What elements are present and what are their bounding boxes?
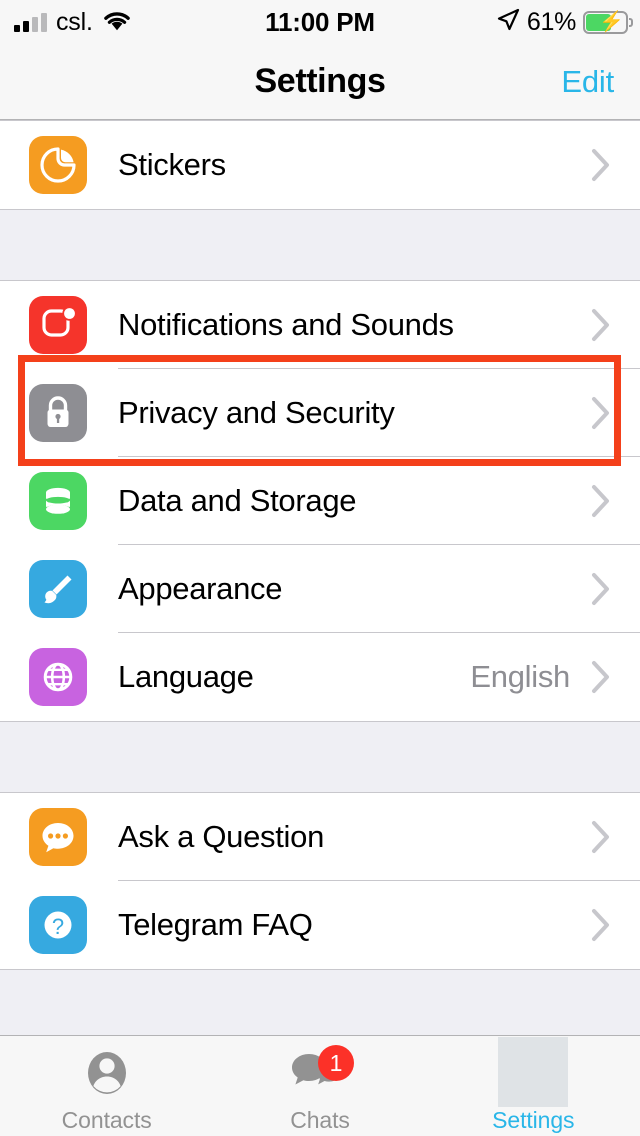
settings-section-1: Stickers: [0, 120, 640, 210]
page-title: Settings: [254, 62, 386, 100]
status-bar: csl. 11:00 PM 61% ⚡: [0, 0, 640, 44]
settings-section-2: Notifications and Sounds Privacy and Sec…: [0, 280, 640, 722]
clock-label: 11:00 PM: [265, 6, 375, 37]
settings-row-label: Data and Storage: [118, 483, 357, 518]
settings-row-notifications-and-sounds[interactable]: Notifications and Sounds: [0, 281, 640, 369]
settings-row-label: Appearance: [118, 571, 283, 606]
tab-label: Settings: [492, 1107, 575, 1133]
settings-list[interactable]: Stickers Notifications and Sounds Privac…: [0, 120, 640, 1035]
tab-label: Contacts: [61, 1107, 152, 1133]
settings-row-label: Privacy and Security: [118, 395, 395, 430]
settings-row-value: English: [470, 659, 570, 694]
settings-row-appearance[interactable]: Appearance: [0, 545, 640, 633]
status-bar-right: 61% ⚡: [496, 0, 633, 44]
svg-text:?: ?: [52, 914, 64, 939]
settings-row-label: Notifications and Sounds: [118, 307, 454, 342]
chevron-right-icon: [584, 148, 618, 182]
question-mark-icon: ?: [29, 896, 87, 954]
edit-button[interactable]: Edit: [561, 44, 614, 119]
chevron-right-icon: [584, 396, 618, 430]
settings-row-privacy-and-security[interactable]: Privacy and Security: [0, 369, 640, 457]
sticker-icon: [29, 136, 87, 194]
globe-icon: [29, 648, 87, 706]
settings-row-data-and-storage[interactable]: Data and Storage: [0, 457, 640, 545]
settings-row-telegram-faq[interactable]: ? Telegram FAQ: [0, 881, 640, 969]
battery-charging-icon: ⚡: [583, 10, 633, 34]
navigation-bar: Settings Edit: [0, 44, 640, 120]
chats-bubbles-icon: 1: [284, 1045, 356, 1105]
phone-screen: csl. 11:00 PM 61% ⚡ Settings Edit Sticke…: [0, 0, 640, 1136]
settings-row-label: Telegram FAQ: [118, 907, 313, 942]
database-icon: [29, 472, 87, 530]
settings-section-3: Ask a Question ? Telegram FAQ: [0, 792, 640, 970]
tab-contacts[interactable]: Contacts: [0, 1036, 213, 1136]
tab-bar: Contacts 1 Chats Settings: [0, 1035, 640, 1136]
section-gap-1: [0, 210, 640, 280]
settings-row-label: Stickers: [118, 147, 226, 182]
tab-label: Chats: [290, 1107, 350, 1133]
tab-settings[interactable]: Settings: [427, 1036, 640, 1136]
settings-row-language[interactable]: Language English: [0, 633, 640, 721]
chevron-right-icon: [584, 908, 618, 942]
person-icon: [71, 1045, 143, 1105]
tab-chats[interactable]: 1 Chats: [213, 1036, 426, 1136]
chats-unread-badge: 1: [317, 1045, 354, 1081]
chat-bubble-dots-icon: [29, 808, 87, 866]
chevron-right-icon: [584, 572, 618, 606]
paintbrush-icon: [29, 560, 87, 618]
chevron-right-icon: [584, 484, 618, 518]
chevron-right-icon: [584, 820, 618, 854]
battery-percent-label: 61%: [526, 7, 576, 36]
settings-row-label: Ask a Question: [118, 819, 325, 854]
location-arrow-icon: [496, 8, 520, 37]
settings-row-stickers[interactable]: Stickers: [0, 121, 640, 209]
section-gap-2: [0, 722, 640, 792]
chevron-right-icon: [584, 308, 618, 342]
lock-icon: [29, 384, 87, 442]
gear-icon: [497, 1037, 569, 1107]
chevron-right-icon: [584, 660, 618, 694]
settings-row-label: Language: [118, 659, 254, 694]
settings-row-ask-a-question[interactable]: Ask a Question: [0, 793, 640, 881]
notifications-icon: [29, 296, 87, 354]
